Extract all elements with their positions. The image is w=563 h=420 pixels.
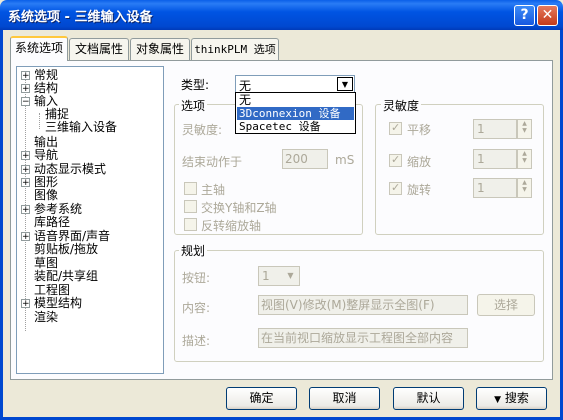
zoom-checkbox[interactable] bbox=[389, 153, 402, 167]
search-button[interactable]: ▼ 搜索 bbox=[476, 387, 547, 410]
close-icon: ✕ bbox=[541, 7, 554, 23]
ok-button[interactable]: 确定 bbox=[226, 387, 297, 410]
dropdown-option-none[interactable]: 无 bbox=[237, 94, 354, 107]
dropdown-option-3dconnexion[interactable]: 3Dconnexion 设备 bbox=[237, 107, 354, 120]
plan-button-value: 1 bbox=[262, 269, 270, 283]
plan-button-label: 按钮: bbox=[182, 271, 211, 285]
tree-branch-line bbox=[39, 113, 40, 129]
tab-document-properties[interactable]: 文档属性 bbox=[69, 38, 129, 60]
plan-desc-label: 描述: bbox=[182, 334, 211, 348]
type-select-value: 无 bbox=[239, 79, 252, 93]
type-label: 类型: bbox=[181, 78, 210, 92]
tree-item-render[interactable]: 渲染 bbox=[34, 311, 58, 324]
zoom-label: 缩放 bbox=[407, 155, 432, 169]
tree-item-library-path[interactable]: 库路径 bbox=[34, 216, 70, 229]
collapse-icon[interactable]: − bbox=[21, 97, 30, 107]
options-group-title: 选项 bbox=[179, 97, 208, 114]
swap-axis-checkbox[interactable] bbox=[184, 200, 197, 213]
tab-object-properties[interactable]: 对象属性 bbox=[130, 38, 190, 60]
expand-icon[interactable]: + bbox=[21, 71, 30, 81]
tree-item-image[interactable]: 图像 bbox=[34, 189, 58, 202]
tree-item-label: 输出 bbox=[34, 135, 59, 149]
chevron-down-icon[interactable]: ▼ bbox=[283, 268, 298, 284]
tree-item-label: 三维输入设备 bbox=[45, 120, 118, 134]
expand-icon[interactable]: + bbox=[21, 165, 30, 175]
tree-root-line bbox=[25, 73, 26, 331]
type-dropdown-list[interactable]: 无 3Dconnexion 设备 Spacetec 设备 bbox=[235, 92, 356, 134]
rotate-input[interactable]: 1 bbox=[473, 178, 517, 198]
select-button[interactable]: 选择 bbox=[477, 294, 535, 316]
chevron-down-icon[interactable]: ▼ bbox=[337, 77, 353, 91]
rotate-spinner[interactable]: ▲ ▼ bbox=[517, 178, 532, 198]
cancel-button[interactable]: 取消 bbox=[309, 387, 380, 410]
dropdown-option-spacetec[interactable]: Spacetec 设备 bbox=[237, 120, 354, 133]
pan-checkbox[interactable] bbox=[389, 121, 402, 135]
expand-icon[interactable]: + bbox=[21, 178, 30, 188]
plan-desc-input[interactable]: 在当前视口缩放显示工程图全部内容 bbox=[258, 328, 468, 348]
end-action-label: 结束动作于 bbox=[182, 155, 243, 169]
sensitivity-label: 灵敏度: bbox=[182, 123, 223, 137]
window-frame-left bbox=[0, 30, 3, 420]
type-select[interactable]: 无 ▼ bbox=[235, 75, 355, 93]
reverse-zoom-label: 反转缩放轴 bbox=[201, 219, 262, 233]
plan-group-title: 规划 bbox=[179, 242, 208, 259]
window-title: 系统选项 - 三维输入设备 bbox=[8, 10, 153, 25]
tree-item-label: 库路径 bbox=[34, 215, 71, 229]
sensitivity-group-title: 灵敏度 bbox=[381, 97, 422, 114]
default-button[interactable]: 默认 bbox=[393, 387, 464, 410]
swap-axis-label: 交换Y轴和Z轴 bbox=[201, 201, 277, 215]
tree-item-label: 剪贴板/拖放 bbox=[34, 242, 99, 256]
expand-icon[interactable]: + bbox=[21, 205, 30, 215]
tree-item-label: 捕捉 bbox=[45, 107, 70, 121]
rotate-label: 旋转 bbox=[407, 183, 432, 197]
tree-item-label: 草图 bbox=[34, 256, 59, 270]
expand-icon[interactable]: + bbox=[21, 84, 30, 94]
tree-item-label: 导航 bbox=[34, 148, 59, 162]
tree-item-3d-input-device[interactable]: 三维输入设备 bbox=[45, 121, 117, 134]
tab-thinkplm-options[interactable]: thinkPLM 选项 bbox=[191, 38, 279, 60]
tree-item-label: 工程图 bbox=[34, 283, 71, 297]
expand-icon[interactable]: + bbox=[21, 299, 30, 309]
pan-spinner[interactable]: ▲ ▼ bbox=[517, 119, 532, 139]
plan-content-input[interactable]: 视图(V)修改(M)整屏显示全图(F) bbox=[258, 295, 468, 315]
tree-item-label: 装配/共享组 bbox=[34, 269, 99, 283]
tree-item-label: 模型结构 bbox=[34, 296, 83, 310]
help-button[interactable]: ? bbox=[514, 5, 535, 26]
main-axis-label: 主轴 bbox=[201, 183, 226, 197]
expand-icon[interactable]: + bbox=[21, 151, 30, 161]
question-icon: ? bbox=[520, 7, 529, 23]
end-action-input[interactable]: 200 bbox=[282, 149, 328, 169]
tree-item-assembly[interactable]: 装配/共享组 bbox=[34, 270, 98, 283]
pan-input[interactable]: 1 bbox=[473, 119, 517, 139]
search-button-label: 搜索 bbox=[504, 391, 529, 405]
reverse-zoom-checkbox[interactable] bbox=[184, 218, 197, 231]
tree-item-clipboard[interactable]: 剪贴板/拖放 bbox=[34, 243, 98, 256]
pan-label: 平移 bbox=[407, 123, 432, 137]
tree-item-label: 渲染 bbox=[34, 310, 59, 324]
expand-icon[interactable]: + bbox=[21, 232, 30, 242]
zoom-input[interactable]: 1 bbox=[473, 149, 517, 169]
zoom-spinner[interactable]: ▲ ▼ bbox=[517, 149, 532, 169]
rotate-checkbox[interactable] bbox=[389, 181, 402, 195]
end-action-unit: mS bbox=[335, 153, 355, 167]
close-button[interactable]: ✕ bbox=[537, 5, 558, 26]
tree-item-label: 图像 bbox=[34, 188, 59, 202]
options-tree[interactable]: + 常规 + 结构 − 输入 捕捉 三维输入设备 输出 + 导航 + 动态显示模… bbox=[16, 66, 164, 374]
chevron-down-icon: ▼ bbox=[494, 395, 502, 405]
plan-button-select[interactable]: 1 ▼ bbox=[258, 266, 300, 286]
plan-content-label: 内容: bbox=[182, 301, 211, 315]
tab-system-options[interactable]: 系统选项 bbox=[10, 36, 68, 61]
main-axis-checkbox[interactable] bbox=[184, 182, 197, 195]
